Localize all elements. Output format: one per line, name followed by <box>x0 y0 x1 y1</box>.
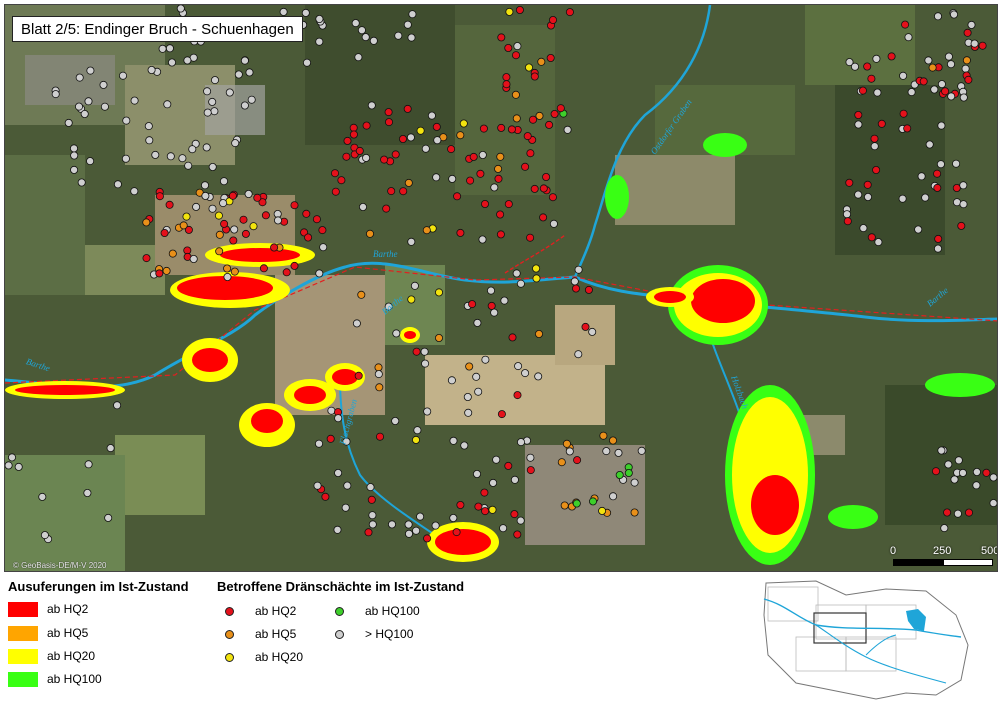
shaft-legend-item-hq20: ab HQ20 <box>217 648 303 666</box>
flood-legend-item-hq5: ab HQ5 <box>8 624 88 642</box>
shaft-legend-item-above-hq100: > HQ100 <box>327 625 413 643</box>
shaft-dot-hq2 <box>225 606 234 616</box>
shaft-legend-item-hq5: ab HQ5 <box>217 625 296 643</box>
shaft-label-above-hq100: > HQ100 <box>365 627 414 641</box>
flood-legend-item-hq2: ab HQ2 <box>8 600 88 618</box>
shaft-legend-item-hq100: ab HQ100 <box>327 602 420 620</box>
scale-segment-light <box>943 559 993 566</box>
flood-label-hq100: ab HQ100 <box>47 672 102 686</box>
flood-swatch-hq100 <box>8 671 38 687</box>
map-sheet-title: Blatt 2/5: Endinger Bruch - Schuenhagen <box>12 16 303 42</box>
water-label-layer: Barthe Barthe Barthe Barthe Ostdorfer Gr… <box>25 97 950 447</box>
shaft-legend-heading: Betroffene Dränschächte im Ist-Zustand <box>217 579 465 594</box>
shaft-label-hq2: ab HQ2 <box>255 604 297 618</box>
map-canvas[interactable]: Barthe Barthe Barthe Barthe Ostdorfer Gr… <box>4 4 998 572</box>
flood-legend-item-hq20: ab HQ20 <box>8 647 95 665</box>
water-label-ostdorfer-graben: Ostdorfer Graben <box>648 97 694 156</box>
scale-bar: 0 250 500 <box>890 545 997 571</box>
scale-label-250: 250 <box>933 545 952 557</box>
flood-legend-item-hq100: ab HQ100 <box>8 670 102 688</box>
shaft-dot-hq5 <box>225 629 234 639</box>
shaft-label-hq20: ab HQ20 <box>255 650 304 664</box>
shaft-dot-hq100 <box>335 606 344 616</box>
scale-label-500: 500 <box>981 545 998 557</box>
flood-swatch-hq2 <box>8 601 38 617</box>
scale-label-0: 0 <box>890 545 897 557</box>
shaft-legend-item-hq2: ab HQ2 <box>217 602 296 620</box>
water-label-flachgraben: Flachgraben <box>337 398 359 447</box>
shaft-dot-above-hq100 <box>335 629 344 639</box>
shaft-dot-hq20 <box>225 652 234 662</box>
flood-swatch-hq5 <box>8 625 38 641</box>
flood-label-hq2: ab HQ2 <box>47 602 89 616</box>
flood-legend-heading: Ausuferungen im Ist-Zustand <box>8 579 189 594</box>
water-label-barthe-west: Barthe <box>25 356 51 373</box>
shaft-label-hq100: ab HQ100 <box>365 604 420 618</box>
water-label-holzbach: Holzbach <box>729 373 751 410</box>
water-label-barthe-east: Barthe <box>925 285 950 308</box>
scale-segment-dark <box>893 559 943 566</box>
overview-map <box>763 580 969 700</box>
water-label-barthe-center: Barthe <box>373 249 398 259</box>
water-label-barthe-mid: Barthe <box>380 293 405 316</box>
flood-label-hq20: ab HQ20 <box>47 649 96 663</box>
flood-label-hq5: ab HQ5 <box>47 626 89 640</box>
shaft-label-hq5: ab HQ5 <box>255 627 297 641</box>
flood-swatch-hq20 <box>8 648 38 664</box>
copyright-notice: © GeoBasis-DE/M-V 2020 <box>13 561 107 570</box>
